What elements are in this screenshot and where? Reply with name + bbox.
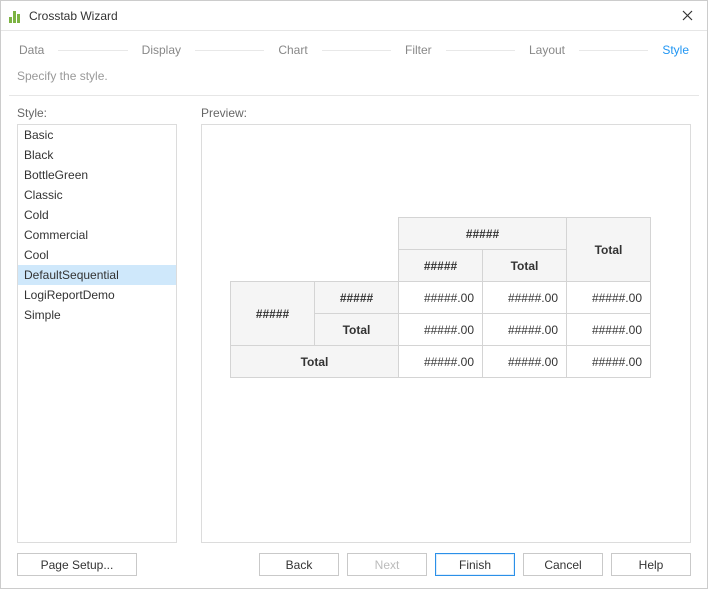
style-item[interactable]: Basic <box>18 125 176 145</box>
style-item[interactable]: Cold <box>18 205 176 225</box>
preview-column: Preview: ##### Total ##### Total ##### <box>201 106 691 543</box>
step-separator <box>58 50 127 51</box>
row-total-header: Total <box>231 346 399 378</box>
footer: Page Setup... Back Next Finish Cancel He… <box>1 543 707 588</box>
step-data[interactable]: Data <box>17 41 46 59</box>
row-group-header: ##### <box>231 282 315 346</box>
col-sub-total-header: Total <box>483 250 567 282</box>
style-item[interactable]: DefaultSequential <box>18 265 176 285</box>
preview-pane: ##### Total ##### Total ##### ##### ####… <box>201 124 691 543</box>
close-icon[interactable] <box>677 6 697 26</box>
cell-value: #####.00 <box>483 314 567 346</box>
next-button: Next <box>347 553 427 576</box>
cell-value: #####.00 <box>399 314 483 346</box>
window-title: Crosstab Wizard <box>29 9 118 23</box>
style-item[interactable]: Cool <box>18 245 176 265</box>
cell-value: #####.00 <box>567 346 651 378</box>
col-total-header: Total <box>567 218 651 282</box>
cell-value: #####.00 <box>567 282 651 314</box>
style-column: Style: BasicBlackBottleGreenClassicColdC… <box>17 106 177 543</box>
step-separator <box>579 50 648 51</box>
cell-value: #####.00 <box>567 314 651 346</box>
wizard-steps: Data Display Chart Filter Layout Style <box>1 31 707 63</box>
step-layout[interactable]: Layout <box>527 41 567 59</box>
finish-button[interactable]: Finish <box>435 553 515 576</box>
cancel-button[interactable]: Cancel <box>523 553 603 576</box>
page-setup-button[interactable]: Page Setup... <box>17 553 137 576</box>
crosstab-preview: ##### Total ##### Total ##### ##### ####… <box>230 217 651 378</box>
style-item[interactable]: BottleGreen <box>18 165 176 185</box>
style-label: Style: <box>17 106 177 120</box>
style-list[interactable]: BasicBlackBottleGreenClassicColdCommerci… <box>17 124 177 543</box>
step-chart[interactable]: Chart <box>276 41 309 59</box>
back-button[interactable]: Back <box>259 553 339 576</box>
step-style[interactable]: Style <box>660 41 691 59</box>
step-separator <box>195 50 264 51</box>
style-item[interactable]: Classic <box>18 185 176 205</box>
help-button[interactable]: Help <box>611 553 691 576</box>
cell-value: #####.00 <box>483 346 567 378</box>
cell-value: #####.00 <box>483 282 567 314</box>
cell-value: #####.00 <box>399 282 483 314</box>
col-group-header: ##### <box>399 218 567 250</box>
corner-blank <box>231 218 399 282</box>
preview-label: Preview: <box>201 106 691 120</box>
step-separator <box>322 50 391 51</box>
style-item[interactable]: Black <box>18 145 176 165</box>
col-sub-header: ##### <box>399 250 483 282</box>
step-display[interactable]: Display <box>140 41 183 59</box>
style-item[interactable]: LogiReportDemo <box>18 285 176 305</box>
app-icon <box>9 9 23 23</box>
row-sub-total-header: Total <box>315 314 399 346</box>
style-item[interactable]: Commercial <box>18 225 176 245</box>
content: Style: BasicBlackBottleGreenClassicColdC… <box>1 96 707 543</box>
step-filter[interactable]: Filter <box>403 41 434 59</box>
titlebar: Crosstab Wizard <box>1 1 707 31</box>
step-separator <box>446 50 515 51</box>
style-item[interactable]: Simple <box>18 305 176 325</box>
row-sub-header: ##### <box>315 282 399 314</box>
cell-value: #####.00 <box>399 346 483 378</box>
subtitle: Specify the style. <box>1 63 707 95</box>
